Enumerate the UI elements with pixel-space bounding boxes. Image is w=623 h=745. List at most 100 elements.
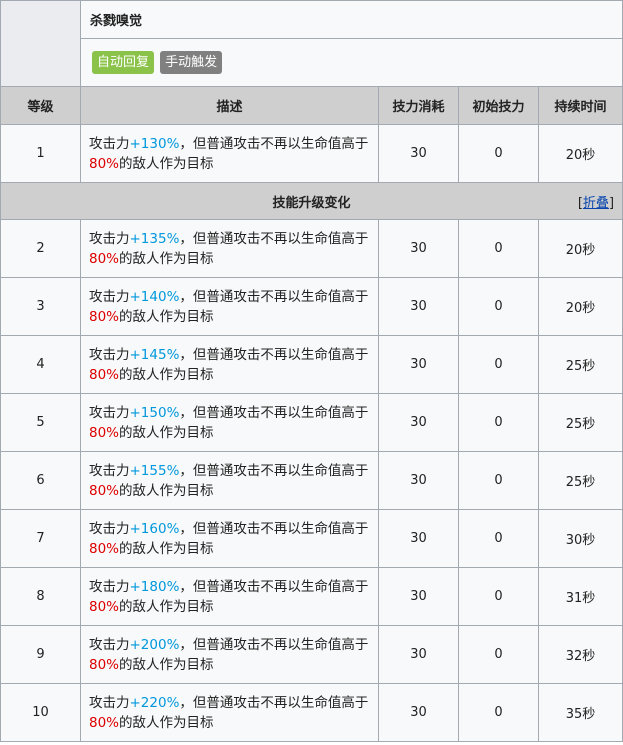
description-cell: 攻击力+220%，但普通攻击不再以生命值高于 80%的敌人作为目标 bbox=[80, 683, 379, 742]
atk-bonus: +200% bbox=[129, 636, 180, 653]
hp-threshold: 80% bbox=[89, 540, 120, 557]
fold-toggle[interactable]: [折叠] bbox=[578, 192, 614, 211]
level-cell: 6 bbox=[0, 451, 81, 510]
description-cell: 攻击力+200%，但普通攻击不再以生命值高于 80%的敌人作为目标 bbox=[80, 625, 379, 684]
hp-threshold: 80% bbox=[89, 155, 120, 172]
hp-threshold: 80% bbox=[89, 424, 120, 441]
description-prefix: 攻击力 bbox=[89, 694, 130, 711]
skill-name: 杀戮嗅觉 bbox=[79, 0, 623, 39]
duration-cell: 20秒 bbox=[537, 219, 623, 278]
sp-cost-cell: 30 bbox=[378, 335, 459, 394]
description-prefix: 攻击力 bbox=[89, 578, 130, 595]
header-sp-cost: 技力消耗 bbox=[378, 86, 459, 125]
description-suffix: 的敌人作为目标 bbox=[119, 656, 214, 673]
description-prefix: 攻击力 bbox=[89, 404, 130, 421]
atk-bonus: +140% bbox=[129, 288, 180, 305]
description-middle: ，但普通攻击不再以生命值高于 bbox=[179, 288, 369, 305]
hp-threshold: 80% bbox=[89, 656, 120, 673]
skill-table: 杀戮嗅觉 自动回复 手动触发 等级 描述 技力消耗 初始技力 持续时间 1 攻击力… bbox=[0, 0, 623, 742]
sp-cost-cell: 30 bbox=[378, 124, 459, 183]
description-suffix: 的敌人作为目标 bbox=[119, 482, 214, 499]
description-suffix: 的敌人作为目标 bbox=[119, 424, 214, 441]
upgrade-header: 技能升级变化 [折叠] bbox=[0, 182, 623, 220]
description-cell: 攻击力+150%，但普通攻击不再以生命值高于 80%的敌人作为目标 bbox=[80, 393, 379, 452]
description-prefix: 攻击力 bbox=[89, 462, 130, 479]
description-prefix: 攻击力 bbox=[89, 346, 130, 363]
sp-cost-cell: 30 bbox=[378, 567, 459, 626]
initial-sp-cell: 0 bbox=[458, 124, 539, 183]
level-cell: 10 bbox=[0, 683, 81, 742]
initial-sp-cell: 0 bbox=[458, 451, 539, 510]
duration-cell: 35秒 bbox=[537, 683, 623, 742]
sp-cost-cell: 30 bbox=[378, 219, 459, 278]
table-row: 2 攻击力+135%，但普通攻击不再以生命值高于 80%的敌人作为目标 30 0 20秒 bbox=[0, 219, 623, 278]
hp-threshold: 80% bbox=[89, 366, 120, 383]
table-row: 4 攻击力+145%，但普通攻击不再以生命值高于 80%的敌人作为目标 30 0 25秒 bbox=[0, 335, 623, 394]
atk-bonus: +160% bbox=[129, 520, 180, 537]
level-cell: 4 bbox=[0, 335, 81, 394]
duration-cell: 20秒 bbox=[537, 277, 623, 336]
duration-cell: 25秒 bbox=[537, 451, 623, 510]
upgrade-label: 技能升级变化 bbox=[272, 195, 351, 211]
initial-sp-cell: 0 bbox=[458, 277, 539, 336]
level-cell: 5 bbox=[0, 393, 81, 452]
table-row: 9 攻击力+200%，但普通攻击不再以生命值高于 80%的敌人作为目标 30 0 32秒 bbox=[0, 625, 623, 684]
description-cell: 攻击力+135%，但普通攻击不再以生命值高于 80%的敌人作为目标 bbox=[80, 219, 379, 278]
description-middle: ，但普通攻击不再以生命值高于 bbox=[179, 636, 369, 653]
initial-sp-cell: 0 bbox=[458, 567, 539, 626]
duration-cell: 20秒 bbox=[537, 124, 623, 183]
atk-bonus: +135% bbox=[129, 230, 180, 247]
header-initial-sp: 初始技力 bbox=[458, 86, 539, 125]
header-level: 等级 bbox=[0, 86, 81, 125]
tag-auto-recovery: 自动回复 bbox=[92, 51, 155, 74]
description-suffix: 的敌人作为目标 bbox=[119, 308, 214, 325]
initial-sp-cell: 0 bbox=[458, 393, 539, 452]
hp-threshold: 80% bbox=[89, 308, 120, 325]
description-prefix: 攻击力 bbox=[89, 636, 130, 653]
atk-bonus: +145% bbox=[129, 346, 180, 363]
description-middle: ，但普通攻击不再以生命值高于 bbox=[179, 230, 369, 247]
description-cell: 攻击力+155%，但普通攻击不再以生命值高于 80%的敌人作为目标 bbox=[80, 451, 379, 510]
description-cell: 攻击力+145%，但普通攻击不再以生命值高于 80%的敌人作为目标 bbox=[80, 335, 379, 394]
description-cell: 攻击力+130%，但普通攻击不再以生命值高于 80%的敌人作为目标 bbox=[80, 124, 379, 183]
fold-link[interactable]: 折叠 bbox=[583, 196, 609, 211]
level-cell: 2 bbox=[0, 219, 81, 278]
atk-bonus: +150% bbox=[129, 404, 180, 421]
level-cell: 7 bbox=[0, 509, 81, 568]
description-suffix: 的敌人作为目标 bbox=[119, 540, 214, 557]
hp-threshold: 80% bbox=[89, 250, 120, 267]
skill-tags: 自动回复 手动触发 bbox=[79, 38, 623, 87]
initial-sp-cell: 0 bbox=[458, 683, 539, 742]
table-row: 7 攻击力+160%，但普通攻击不再以生命值高于 80%的敌人作为目标 30 0 30秒 bbox=[0, 509, 623, 568]
initial-sp-cell: 0 bbox=[458, 335, 539, 394]
table-row: 5 攻击力+150%，但普通攻击不再以生命值高于 80%的敌人作为目标 30 0 25秒 bbox=[0, 393, 623, 452]
description-middle: ，但普通攻击不再以生命值高于 bbox=[179, 462, 369, 479]
description-cell: 攻击力+140%，但普通攻击不再以生命值高于 80%的敌人作为目标 bbox=[80, 277, 379, 336]
table-row: 10 攻击力+220%，但普通攻击不再以生命值高于 80%的敌人作为目标 30 0 35秒 bbox=[0, 683, 623, 742]
upgrade-row: 技能升级变化 [折叠] bbox=[0, 182, 623, 220]
column-header-row: 等级 描述 技力消耗 初始技力 持续时间 bbox=[0, 86, 623, 125]
sp-cost-cell: 30 bbox=[378, 509, 459, 568]
duration-cell: 32秒 bbox=[537, 625, 623, 684]
header-blank-cell bbox=[0, 0, 81, 87]
description-middle: ，但普通攻击不再以生命值高于 bbox=[179, 694, 369, 711]
description-suffix: 的敌人作为目标 bbox=[119, 598, 214, 615]
description-suffix: 的敌人作为目标 bbox=[119, 250, 214, 267]
hp-threshold: 80% bbox=[89, 598, 120, 615]
tag-manual-trigger: 手动触发 bbox=[160, 51, 223, 74]
skill-table-body: 杀戮嗅觉 自动回复 手动触发 等级 描述 技力消耗 初始技力 持续时间 1 攻击力… bbox=[0, 0, 623, 742]
description-middle: ，但普通攻击不再以生命值高于 bbox=[179, 520, 369, 537]
description-middle: ，但普通攻击不再以生命值高于 bbox=[179, 404, 369, 421]
initial-sp-cell: 0 bbox=[458, 219, 539, 278]
description-suffix: 的敌人作为目标 bbox=[119, 714, 214, 731]
sp-cost-cell: 30 bbox=[378, 625, 459, 684]
initial-sp-cell: 0 bbox=[458, 509, 539, 568]
atk-bonus: +220% bbox=[129, 694, 180, 711]
table-row: 3 攻击力+140%，但普通攻击不再以生命值高于 80%的敌人作为目标 30 0 20秒 bbox=[0, 277, 623, 336]
description-middle: ，但普通攻击不再以生命值高于 bbox=[179, 135, 369, 152]
atk-bonus: +130% bbox=[129, 135, 180, 152]
table-row: 8 攻击力+180%，但普通攻击不再以生命值高于 80%的敌人作为目标 30 0 31秒 bbox=[0, 567, 623, 626]
level-cell: 9 bbox=[0, 625, 81, 684]
atk-bonus: +155% bbox=[129, 462, 180, 479]
hp-threshold: 80% bbox=[89, 714, 120, 731]
